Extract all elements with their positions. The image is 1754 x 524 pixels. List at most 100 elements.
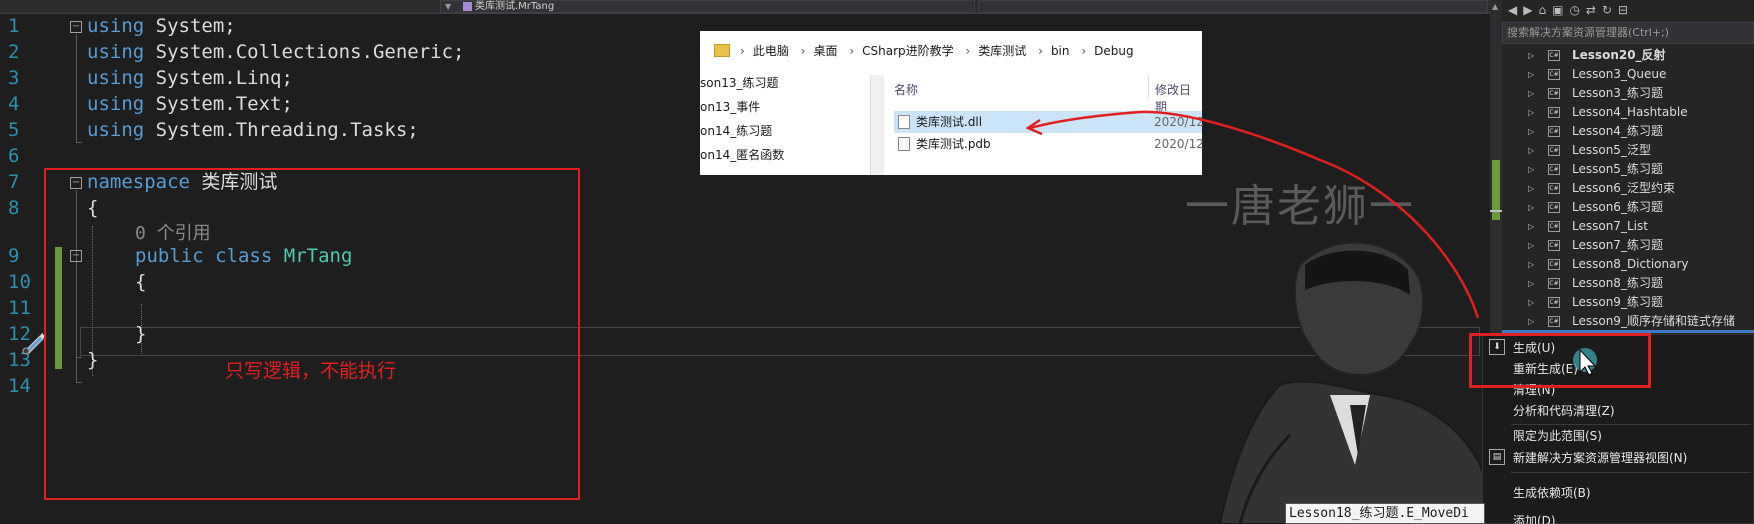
project-label: Lesson8_练习题 xyxy=(1572,276,1663,290)
breadcrumb-item[interactable]: 桌面 xyxy=(813,39,837,63)
solution-project-item[interactable]: ▷ C# Lesson6_练习题 xyxy=(1502,198,1754,217)
line-number: 4 xyxy=(8,93,20,115)
keyword: using xyxy=(87,93,145,115)
solution-search-input[interactable]: 搜索解决方案资源管理器(Ctrl+;) xyxy=(1502,22,1754,44)
file-explorer-window: › 此电脑 › 桌面 › CSharp进阶教学 › 类库测试 › bin › Debug s… xyxy=(700,31,1204,175)
file-row[interactable]: 类库测试.dll 2020/12 xyxy=(894,111,1204,133)
back-icon[interactable]: ◀ xyxy=(1508,3,1523,17)
expand-icon[interactable]: ▷ xyxy=(1528,103,1534,122)
menu-item-analyze[interactable]: 分析和代码清理(Z) xyxy=(1513,401,1615,421)
expand-icon[interactable]: ▷ xyxy=(1528,179,1534,198)
keyword: using xyxy=(87,67,145,89)
refresh-icon[interactable]: ↻ xyxy=(1602,3,1618,17)
expand-icon[interactable]: ▷ xyxy=(1528,217,1534,236)
pane-splitter[interactable] xyxy=(870,75,884,175)
expand-icon[interactable]: ▷ xyxy=(1528,198,1534,217)
code-text: System.Collections.Generic; xyxy=(144,41,465,63)
chevron-right-icon: › xyxy=(1081,44,1087,58)
line-number: 8 xyxy=(8,197,20,219)
expand-icon[interactable]: ▷ xyxy=(1528,160,1534,179)
solution-project-item[interactable]: ▷ C# Lesson8_Dictionary xyxy=(1502,255,1754,274)
sync-icon[interactable]: ⇄ xyxy=(1586,3,1602,17)
expand-icon[interactable]: ▷ xyxy=(1528,274,1534,293)
column-divider[interactable] xyxy=(1148,75,1149,99)
code-line[interactable]: using System.Threading.Tasks; xyxy=(87,116,419,145)
menu-item-build-dependencies[interactable]: 生成依赖项(B) xyxy=(1513,483,1591,503)
menu-separator xyxy=(1511,424,1751,425)
code-line[interactable]: using System.Linq; xyxy=(87,64,293,93)
keyword: using xyxy=(87,15,145,37)
scroll-up-icon[interactable]: ▲ xyxy=(1492,2,1498,11)
expand-icon[interactable]: ▷ xyxy=(1528,312,1534,331)
expand-icon[interactable]: ▷ xyxy=(1528,84,1534,103)
csharp-project-icon: C# xyxy=(1548,69,1560,80)
expand-icon[interactable]: ▷ xyxy=(1528,141,1534,160)
annotation-box xyxy=(44,168,580,500)
csharp-project-icon: C# xyxy=(1548,221,1560,232)
forward-icon[interactable]: ▶ xyxy=(1523,3,1538,17)
expand-icon[interactable]: ▷ xyxy=(1528,293,1534,312)
solution-icon[interactable]: ▣ xyxy=(1552,3,1569,17)
project-label: Lesson7_练习题 xyxy=(1572,238,1663,252)
expand-icon[interactable]: ▷ xyxy=(1528,46,1534,65)
code-text: System.Threading.Tasks; xyxy=(144,119,419,141)
project-label: Lesson9_顺序存储和链式存储 xyxy=(1572,314,1735,328)
project-label: Lesson5_练习题 xyxy=(1572,162,1663,176)
solution-project-item[interactable]: ▷ C# Lesson3_Queue xyxy=(1502,65,1754,84)
csharp-project-icon: C# xyxy=(1548,88,1560,99)
annotation-box xyxy=(1469,333,1651,388)
menu-item-new-view[interactable]: 新建解决方案资源管理器视图(N) xyxy=(1513,448,1687,468)
solution-project-item[interactable]: ▷ C# Lesson3_练习题 xyxy=(1502,84,1754,103)
code-line[interactable]: using System.Text; xyxy=(87,90,293,119)
address-bar[interactable]: › 此电脑 › 桌面 › CSharp进阶教学 › 类库测试 › bin › Debug xyxy=(714,39,1202,63)
solution-project-item[interactable]: ▷ C# Lesson9_练习题 xyxy=(1502,293,1754,312)
solution-project-item[interactable]: ▷ C# Lesson6_泛型约束 xyxy=(1502,179,1754,198)
project-label: Lesson7_List xyxy=(1572,219,1648,233)
nav-folder-item[interactable]: son13_练习题 xyxy=(700,71,860,95)
csharp-project-icon: C# xyxy=(1548,297,1560,308)
nav-folder-item[interactable]: on13_事件 xyxy=(700,95,860,119)
collapse-icon[interactable]: ⊟ xyxy=(1618,3,1634,17)
code-line[interactable]: using System; xyxy=(87,12,236,41)
breadcrumb-item[interactable]: CSharp进阶教学 xyxy=(862,39,954,63)
home-icon[interactable]: ⌂ xyxy=(1538,3,1552,17)
solution-project-item[interactable]: ▷ C# Lesson9_顺序存储和链式存储 xyxy=(1502,312,1754,331)
csharp-project-icon: C# xyxy=(1548,183,1560,194)
project-label: Lesson4_练习题 xyxy=(1572,124,1663,138)
expand-icon[interactable]: ▷ xyxy=(1528,255,1534,274)
expand-icon[interactable]: ▷ xyxy=(1528,122,1534,141)
expand-icon[interactable]: ▷ xyxy=(1528,65,1534,84)
breadcrumb-item[interactable]: 此电脑 xyxy=(753,39,789,63)
file-icon xyxy=(898,137,910,151)
project-label: Lesson9_练习题 xyxy=(1572,295,1663,309)
breadcrumb-item[interactable]: Debug xyxy=(1094,39,1133,63)
method-dropdown[interactable] xyxy=(978,0,1488,13)
expand-icon[interactable]: ▷ xyxy=(1528,236,1534,255)
column-header-date[interactable]: 修改日期 xyxy=(1155,81,1202,115)
menu-item-scope[interactable]: 限定为此范围(S) xyxy=(1513,426,1602,446)
breadcrumb-item[interactable]: bin xyxy=(1051,39,1070,63)
nav-folder-item[interactable]: on14_匿名函数 xyxy=(700,143,860,167)
solution-project-item[interactable]: ▷ C# Lesson20_反射 xyxy=(1502,46,1754,65)
file-row[interactable]: 类库测试.pdb 2020/12 xyxy=(894,133,1204,155)
solution-project-item[interactable]: ▷ C# Lesson4_Hashtable xyxy=(1502,103,1754,122)
history-icon[interactable]: ◷ xyxy=(1569,3,1585,17)
member-dropdown[interactable]: ▼ 类库测试.MrTang xyxy=(440,0,975,13)
solution-project-item[interactable]: ▷ C# Lesson4_练习题 xyxy=(1502,122,1754,141)
solution-project-item[interactable]: ▷ C# Lesson7_练习题 xyxy=(1502,236,1754,255)
line-number: 2 xyxy=(8,41,20,63)
csharp-project-icon: C# xyxy=(1548,316,1560,327)
csharp-project-icon: C# xyxy=(1548,278,1560,289)
code-line[interactable]: using System.Collections.Generic; xyxy=(87,38,465,67)
menu-item-add[interactable]: 添加(D) xyxy=(1513,511,1556,524)
line-number: 11 xyxy=(8,297,31,319)
breadcrumb-item[interactable]: 类库测试 xyxy=(978,39,1026,63)
solution-project-item[interactable]: ▷ C# Lesson5_泛型 xyxy=(1502,141,1754,160)
fold-toggle-icon[interactable]: − xyxy=(70,21,82,33)
nav-folder-item[interactable]: on14_练习题 xyxy=(700,119,860,143)
column-header-name[interactable]: 名称 xyxy=(894,81,918,98)
solution-project-item[interactable]: ▷ C# Lesson7_List xyxy=(1502,217,1754,236)
solution-project-item[interactable]: ▷ C# Lesson8_练习题 xyxy=(1502,274,1754,293)
solution-project-item[interactable]: ▷ C# Lesson5_练习题 xyxy=(1502,160,1754,179)
csharp-project-icon: C# xyxy=(1548,145,1560,156)
